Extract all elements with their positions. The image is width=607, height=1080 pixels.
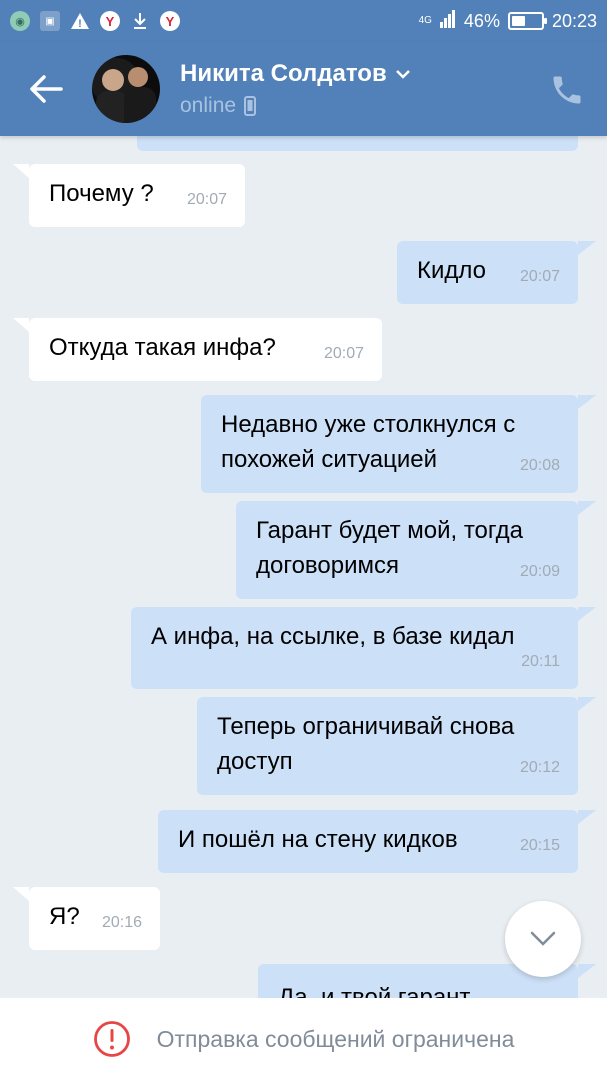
message-text: Откуда такая инфа?: [49, 334, 276, 361]
chevron-down-icon: [530, 931, 556, 946]
message-time: 20:07: [186, 191, 227, 208]
svg-text:!: !: [78, 18, 82, 30]
message-bubble-incoming[interactable]: Почему ? 20:07: [13, 164, 245, 227]
chat-header: Никита Солдатов online: [0, 42, 607, 136]
message-text: Недавно уже столкнулся с похожей ситуаци…: [221, 411, 516, 473]
yandex-icon: Y: [160, 11, 180, 31]
alert-icon: [93, 1021, 130, 1057]
message-bubble-partial: [137, 136, 578, 151]
restriction-notice: Отправка сообщений ограничена: [0, 998, 607, 1080]
contact-status: online: [180, 94, 237, 117]
message-text: Почему ?: [49, 180, 154, 207]
message-time: 20:15: [519, 837, 560, 854]
network-type-label: 4G: [418, 15, 432, 26]
message-time: 20:07: [323, 345, 364, 362]
green-circle-icon: ◉: [10, 11, 30, 31]
notification-icons: ◉ ▣ ! Y Y: [10, 11, 180, 31]
chevron-down-icon: [395, 70, 410, 79]
network-type-icon: 4G: [419, 16, 432, 26]
message-text: А инфа, на ссылке, в базе кидал: [151, 623, 515, 650]
message-time: 20:07: [519, 268, 560, 285]
message-text: Теперь ограничивай снова доступ: [217, 713, 515, 775]
yandex-icon: Y: [100, 11, 120, 31]
back-button[interactable]: [0, 42, 92, 136]
mobile-icon: [244, 96, 257, 116]
message-time: 20:09: [519, 563, 560, 580]
battery-icon: [507, 12, 547, 30]
message-bubble-incoming[interactable]: Откуда такая инфа? 20:07: [13, 318, 382, 381]
message-bubble-outgoing[interactable]: И пошёл на стену кидков 20:15: [158, 810, 596, 873]
message-text: И пошёл на стену кидков: [178, 826, 458, 853]
warning-icon: !: [70, 11, 90, 31]
message-time: 20:12: [519, 759, 560, 776]
contact-name-row[interactable]: Никита Солдатов: [180, 60, 411, 88]
message-bubble-outgoing[interactable]: Кидло 20:07: [397, 241, 596, 304]
message-list[interactable]: Почему ? 20:07 Кидло 20:07 Откуда такая …: [0, 136, 607, 998]
restriction-notice-text: Отправка сообщений ограничена: [156, 1025, 515, 1052]
arrow-left-icon: [30, 75, 63, 103]
contact-name: Никита Солдатов: [180, 60, 387, 87]
image-icon: ▣: [40, 11, 60, 31]
message-text: Кидло: [417, 257, 487, 284]
message-time: 20:16: [101, 914, 142, 931]
message-text: Гарант будет мой, тогда договоримся: [256, 517, 523, 579]
contact-info[interactable]: Никита Солдатов online: [180, 60, 411, 118]
message-text: Я?: [49, 903, 80, 930]
message-bubble-outgoing[interactable]: А инфа, на ссылке, в базе кидал 20:11: [131, 607, 596, 689]
message-time: 20:11: [521, 653, 560, 670]
scroll-to-bottom-button[interactable]: [505, 901, 581, 977]
message-bubble-outgoing[interactable]: Теперь ограничивай снова доступ 20:12: [197, 697, 596, 795]
message-bubble-incoming[interactable]: Я? 20:16: [13, 887, 160, 950]
download-icon: [130, 11, 150, 31]
contact-status-row: online: [180, 94, 411, 118]
message-time: 20:08: [519, 457, 560, 474]
phone-icon[interactable]: [549, 72, 585, 108]
message-bubble-outgoing[interactable]: Гарант будет мой, тогда договоримся 20:0…: [236, 501, 596, 599]
message-bubble-outgoing[interactable]: Недавно уже столкнулся с похожей ситуаци…: [201, 395, 596, 493]
status-bar: ◉ ▣ ! Y Y 4G 46% 20:23: [0, 0, 607, 42]
battery-percent: 46%: [463, 10, 500, 31]
message-text: Да, и твой гарант: [278, 984, 471, 998]
avatar[interactable]: [92, 55, 160, 123]
clock: 20:23: [551, 10, 597, 31]
signal-icon: [439, 9, 456, 33]
